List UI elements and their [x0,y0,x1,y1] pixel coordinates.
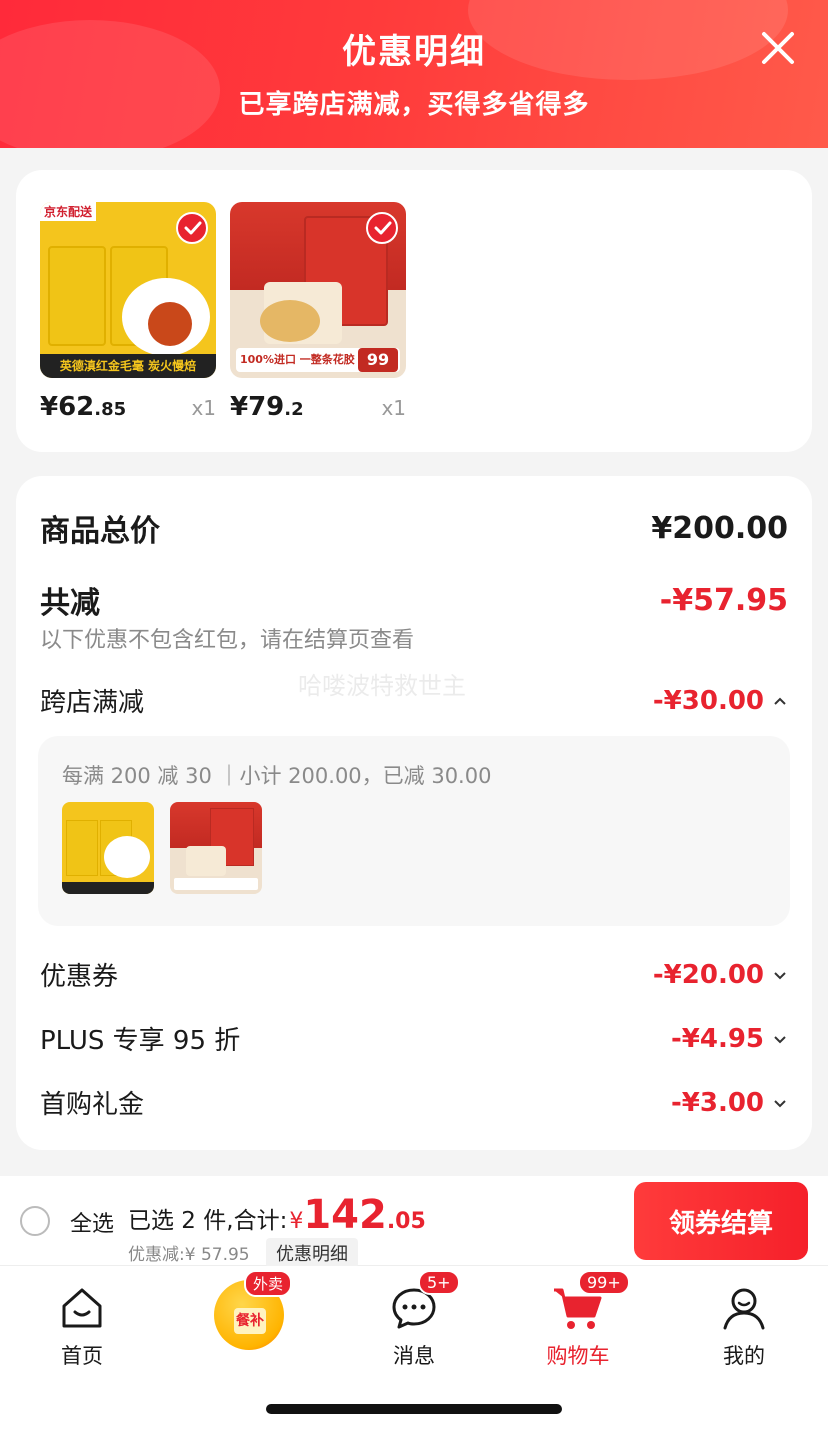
selected-products-card: 京东配送 英德滇红金毛毫 炭火慢焙 ¥62.85 x1 100%进口 一整条花胶… [16,170,812,452]
cart-badge: 99+ [578,1270,630,1295]
cross-store-description: 每满 200 减 30 ｜小计 200.00，已减 30.00 [62,764,492,788]
discount-amount: 优惠减:¥ 57.95 [128,1245,250,1265]
plus-label: PLUS 专享 95 折 [40,1026,241,1056]
product-image-caption: 英德滇红金毛毫 炭火慢焙 [40,354,216,378]
selected-count-text: 已选 2 件,合计: [128,1208,288,1234]
meal-subsidy-icon: 餐补 外卖 [188,1270,308,1354]
tab-cart[interactable]: 99+ 购物车 [518,1270,638,1370]
total-summary: 已选 2 件,合计: ¥ 142 .05 [128,1192,426,1238]
tab-bar: 首页 餐补 外卖 5+ 消息 99+ 购物车 我的 [0,1266,828,1430]
cross-store-row[interactable]: 跨店满减 -¥30.00 [40,682,788,719]
cart-icon: 99+ [518,1270,638,1334]
coupon-label: 优惠券 [40,962,119,992]
total-reduce-label: 共减 [40,586,100,621]
product-image: 100%进口 一整条花胶 99 [230,202,406,378]
tab-meal-subsidy[interactable]: 餐补 外卖 [188,1270,308,1360]
tab-profile[interactable]: 我的 [684,1278,804,1370]
close-icon[interactable] [758,28,798,68]
plus-row[interactable]: PLUS 专享 95 折 -¥4.95 [40,1020,788,1057]
profile-icon [684,1278,804,1334]
tab-messages[interactable]: 5+ 消息 [354,1270,474,1370]
product-tag: 京东配送 [40,202,97,221]
product-thumbnail [170,802,262,894]
select-all-label[interactable]: 全选 [70,1206,114,1238]
currency-symbol: ¥ [289,1209,304,1234]
tab-home[interactable]: 首页 [22,1278,142,1370]
product-quantity: x1 [381,396,406,420]
home-indicator [266,1404,562,1414]
total-reduce-value: -¥57.95 [659,582,788,618]
total-amount-decimal: .05 [386,1209,426,1234]
checked-icon[interactable] [176,212,208,244]
checkout-bar: 全选 已选 2 件,合计: ¥ 142 .05 优惠减:¥ 57.95 优惠明细… [0,1176,828,1268]
meal-subsidy-text: 餐补 [234,1308,266,1334]
total-amount: 142 [303,1192,387,1238]
home-icon [22,1278,142,1334]
product-item[interactable]: 京东配送 英德滇红金毛毫 炭火慢焙 ¥62.85 x1 [40,202,216,422]
checkout-button[interactable]: 领券结算 [634,1182,808,1260]
plus-value: -¥4.95 [671,1024,788,1054]
first-purchase-row[interactable]: 首购礼金 -¥3.00 [40,1084,788,1121]
chevron-up-icon[interactable] [772,693,788,709]
product-thumbnail [62,802,154,894]
coupon-value: -¥20.00 [653,960,788,990]
chevron-down-icon[interactable] [772,1095,788,1111]
product-price: ¥79.2 [230,392,304,422]
product-image: 京东配送 英德滇红金毛毫 炭火慢焙 [40,202,216,378]
header: 优惠明细 已享跨店满减，买得多省得多 [0,0,828,148]
discount-note: 以下优惠不包含红包，请在结算页查看 [40,628,415,653]
discount-detail-card: 商品总价 ¥200.00 共减 -¥57.95 以下优惠不包含红包，请在结算页查… [16,476,812,1150]
total-price-value: ¥200.00 [651,510,788,546]
message-icon: 5+ [354,1270,474,1334]
tab-label: 首页 [61,1344,103,1368]
chevron-down-icon[interactable] [772,967,788,983]
product-price: ¥62.85 [40,392,127,422]
coupon-row[interactable]: 优惠券 -¥20.00 [40,956,788,993]
total-price-row: 商品总价 ¥200.00 [40,506,788,550]
page-title: 优惠明细 [342,32,486,72]
takeout-badge: 外卖 [244,1270,293,1297]
product-quantity: x1 [191,396,216,420]
page-subtitle: 已享跨店满减，买得多省得多 [238,90,590,120]
cross-store-label: 跨店满减 [40,688,145,718]
tab-label: 购物车 [546,1344,610,1368]
cross-store-value: -¥30.00 [653,686,788,716]
tab-label: 消息 [393,1344,435,1368]
first-purchase-label: 首购礼金 [40,1090,145,1120]
product-item[interactable]: 100%进口 一整条花胶 99 ¥79.2 x1 [230,202,406,422]
discount-detail-link[interactable]: 优惠明细 [266,1238,358,1268]
first-purchase-value: -¥3.00 [671,1088,788,1118]
chevron-down-icon[interactable] [772,1031,788,1047]
product-price-tag: 99 [358,348,398,372]
tab-label: 我的 [723,1344,765,1368]
total-price-label: 商品总价 [40,514,160,549]
select-all-radio[interactable] [20,1206,50,1236]
checked-icon[interactable] [366,212,398,244]
total-reduce-row: 共减 -¥57.95 [40,578,788,622]
message-badge: 5+ [418,1270,460,1295]
cross-store-detail: 每满 200 减 30 ｜小计 200.00，已减 30.00 [38,736,790,926]
